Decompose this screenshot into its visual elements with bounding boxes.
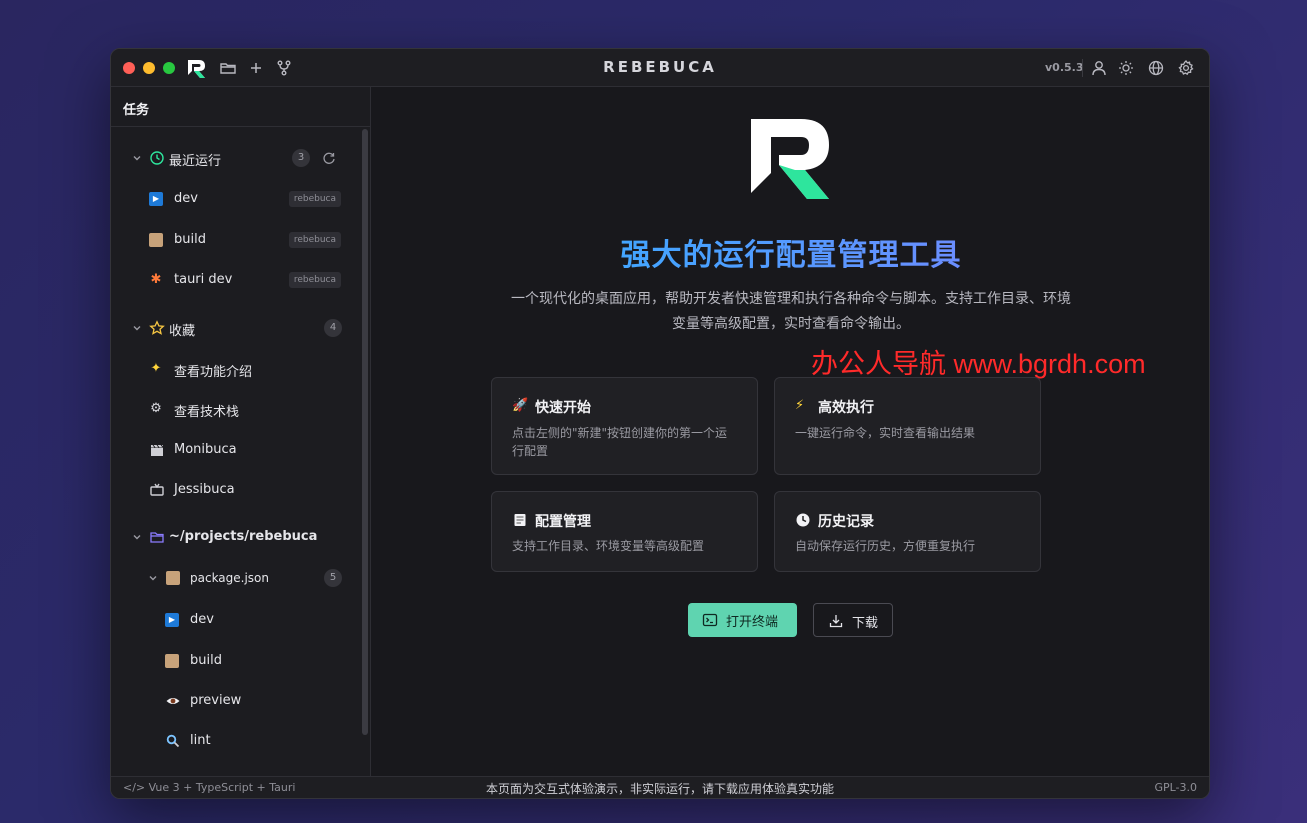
open-terminal-button[interactable]: 打开终端: [688, 603, 797, 637]
chevron-down-icon: [133, 326, 141, 331]
package-json-node[interactable]: package.json 5: [111, 563, 351, 593]
hero-subtitle-line-1: 一个现代化的桌面应用，帮助开发者快速管理和执行各种命令与脚本。支持工作目录、环境: [511, 291, 1071, 307]
item-label: dev: [174, 191, 198, 206]
sun-theme-icon[interactable]: [1117, 59, 1135, 77]
package-box-icon: [149, 233, 163, 247]
hero-subtitle-line-2: 变量等高级配置，实时查看命令输出。: [672, 316, 910, 332]
play-icon: ▶: [149, 192, 163, 206]
favorite-item-monibuca[interactable]: Monibuca: [111, 435, 351, 465]
script-item-preview[interactable]: preview: [111, 686, 351, 716]
card-description: 支持工作目录、环境变量等高级配置: [512, 539, 705, 553]
card-description: 点击左侧的"新建"按钮创建你的第一个运行配置: [512, 426, 728, 458]
demo-notice: 本页面为交互式体验演示，非实际运行，请下载应用体验真实功能: [485, 782, 834, 796]
crab-icon: ✱: [150, 272, 162, 287]
memo-icon: [514, 514, 526, 526]
sidebar-title: 任务: [111, 87, 370, 127]
project-tag: rebebuca: [288, 272, 341, 288]
item-label: build: [190, 653, 222, 668]
favorite-item-tech-stack[interactable]: ⚙ 查看技术栈: [111, 394, 351, 424]
chevron-down-icon: [133, 535, 141, 540]
gear-settings-icon[interactable]: [1177, 59, 1195, 77]
card-description: 自动保存运行历史，方便重复执行: [795, 539, 976, 553]
package-box-icon: [166, 571, 180, 585]
count-badge: 5: [324, 569, 342, 587]
chevron-down-icon: [149, 576, 157, 581]
item-label: build: [174, 232, 206, 247]
sidebar-scrollbar[interactable]: [362, 129, 368, 735]
app-window: REBEBUCA v0.5.3 任务 最近运行 3 ▶ dev rebebuca…: [110, 48, 1210, 799]
folder-icon: [150, 532, 164, 543]
welcome-panel: 强大的运行配置管理工具 一个现代化的桌面应用，帮助开发者快速管理和执行各种命令与…: [371, 87, 1209, 777]
clapperboard-icon: [151, 444, 164, 456]
download-icon: [829, 615, 843, 628]
card-title: 历史记录: [818, 514, 874, 530]
package-box-icon: [165, 654, 179, 668]
title-bar: REBEBUCA v0.5.3: [111, 49, 1209, 87]
count-badge: 3: [292, 149, 310, 167]
task-sidebar: 任务 最近运行 3 ▶ dev rebebuca build rebebuca …: [111, 87, 371, 777]
button-label: 下载: [852, 616, 879, 631]
item-label: dev: [190, 612, 214, 627]
recent-item-build[interactable]: build rebebuca: [111, 225, 351, 255]
project-tag: rebebuca: [288, 232, 341, 248]
feature-card-efficient-run: ⚡ 高效执行 一键运行命令，实时查看输出结果: [774, 377, 1041, 475]
favorite-item-features[interactable]: ✦ 查看功能介绍: [111, 354, 351, 384]
script-item-build[interactable]: build: [111, 646, 351, 676]
item-label: preview: [190, 693, 242, 708]
titlebar-divider: [1082, 59, 1083, 77]
card-title: 高效执行: [818, 400, 874, 416]
group-favorites[interactable]: 收藏 4: [111, 313, 351, 343]
play-icon: ▶: [165, 613, 179, 627]
button-label: 打开终端: [726, 615, 779, 630]
group-project[interactable]: ~/projects/rebebuca: [111, 522, 351, 552]
hero-logo-icon: [751, 119, 829, 199]
count-badge: 4: [324, 319, 342, 337]
eye-icon: [166, 698, 180, 704]
item-label: lint: [190, 733, 211, 748]
item-label: Monibuca: [174, 442, 237, 457]
card-title: 快速开始: [535, 400, 591, 416]
clock-icon: [150, 151, 164, 165]
version-label: v0.5.3: [1045, 61, 1084, 74]
item-label: 查看功能介绍: [174, 365, 253, 380]
lightning-icon: ⚡: [795, 398, 805, 413]
gear-icon: ⚙: [150, 401, 162, 416]
group-recent-runs[interactable]: 最近运行 3: [111, 143, 351, 173]
star-icon: [149, 320, 165, 335]
download-button[interactable]: 下载: [813, 603, 893, 637]
status-bar: </> Vue 3 + TypeScript + Tauri 本页面为交互式体验…: [111, 776, 1209, 798]
card-title: 配置管理: [535, 514, 591, 530]
feature-card-history: 历史记录 自动保存运行历史，方便重复执行: [774, 491, 1041, 572]
refresh-icon[interactable]: [321, 150, 337, 166]
chevron-down-icon: [133, 156, 141, 161]
magnifier-icon: [166, 734, 180, 748]
item-label: 查看技术栈: [174, 405, 240, 420]
hero-subtitle: 一个现代化的桌面应用，帮助开发者快速管理和执行各种命令与脚本。支持工作目录、环境…: [481, 287, 1101, 337]
hero-title: 强大的运行配置管理工具: [371, 230, 1209, 274]
sparkles-icon: ✦: [150, 361, 162, 376]
user-icon[interactable]: [1090, 59, 1108, 77]
feature-card-quick-start: 🚀 快速开始 点击左侧的"新建"按钮创建你的第一个运行配置: [491, 377, 758, 475]
card-description: 一键运行命令，实时查看输出结果: [795, 426, 976, 440]
recent-item-tauri-dev[interactable]: ✱ tauri dev rebebuca: [111, 265, 351, 295]
globe-language-icon[interactable]: [1147, 59, 1165, 77]
script-item-dev[interactable]: ▶ dev: [111, 605, 351, 635]
project-tag: rebebuca: [288, 191, 341, 207]
license-label: GPL-3.0: [1154, 781, 1197, 794]
rocket-icon: 🚀: [512, 398, 529, 413]
clock-icon: [796, 513, 810, 527]
favorite-item-jessibuca[interactable]: Jessibuca: [111, 475, 351, 505]
group-label: 收藏: [169, 324, 196, 339]
item-label: package.json: [190, 571, 270, 585]
feature-card-config-management: 配置管理 支持工作目录、环境变量等高级配置: [491, 491, 758, 572]
group-label: 最近运行: [169, 154, 222, 169]
item-label: tauri dev: [174, 272, 233, 287]
recent-item-dev[interactable]: ▶ dev rebebuca: [111, 184, 351, 214]
project-path-label: ~/projects/rebebuca: [169, 529, 318, 544]
watermark-text: 办公人导航 www.bgrdh.com: [811, 349, 1146, 379]
script-item-lint[interactable]: lint: [111, 726, 351, 756]
terminal-icon: [702, 613, 718, 627]
item-label: Jessibuca: [174, 482, 235, 497]
tv-icon: [150, 483, 164, 496]
